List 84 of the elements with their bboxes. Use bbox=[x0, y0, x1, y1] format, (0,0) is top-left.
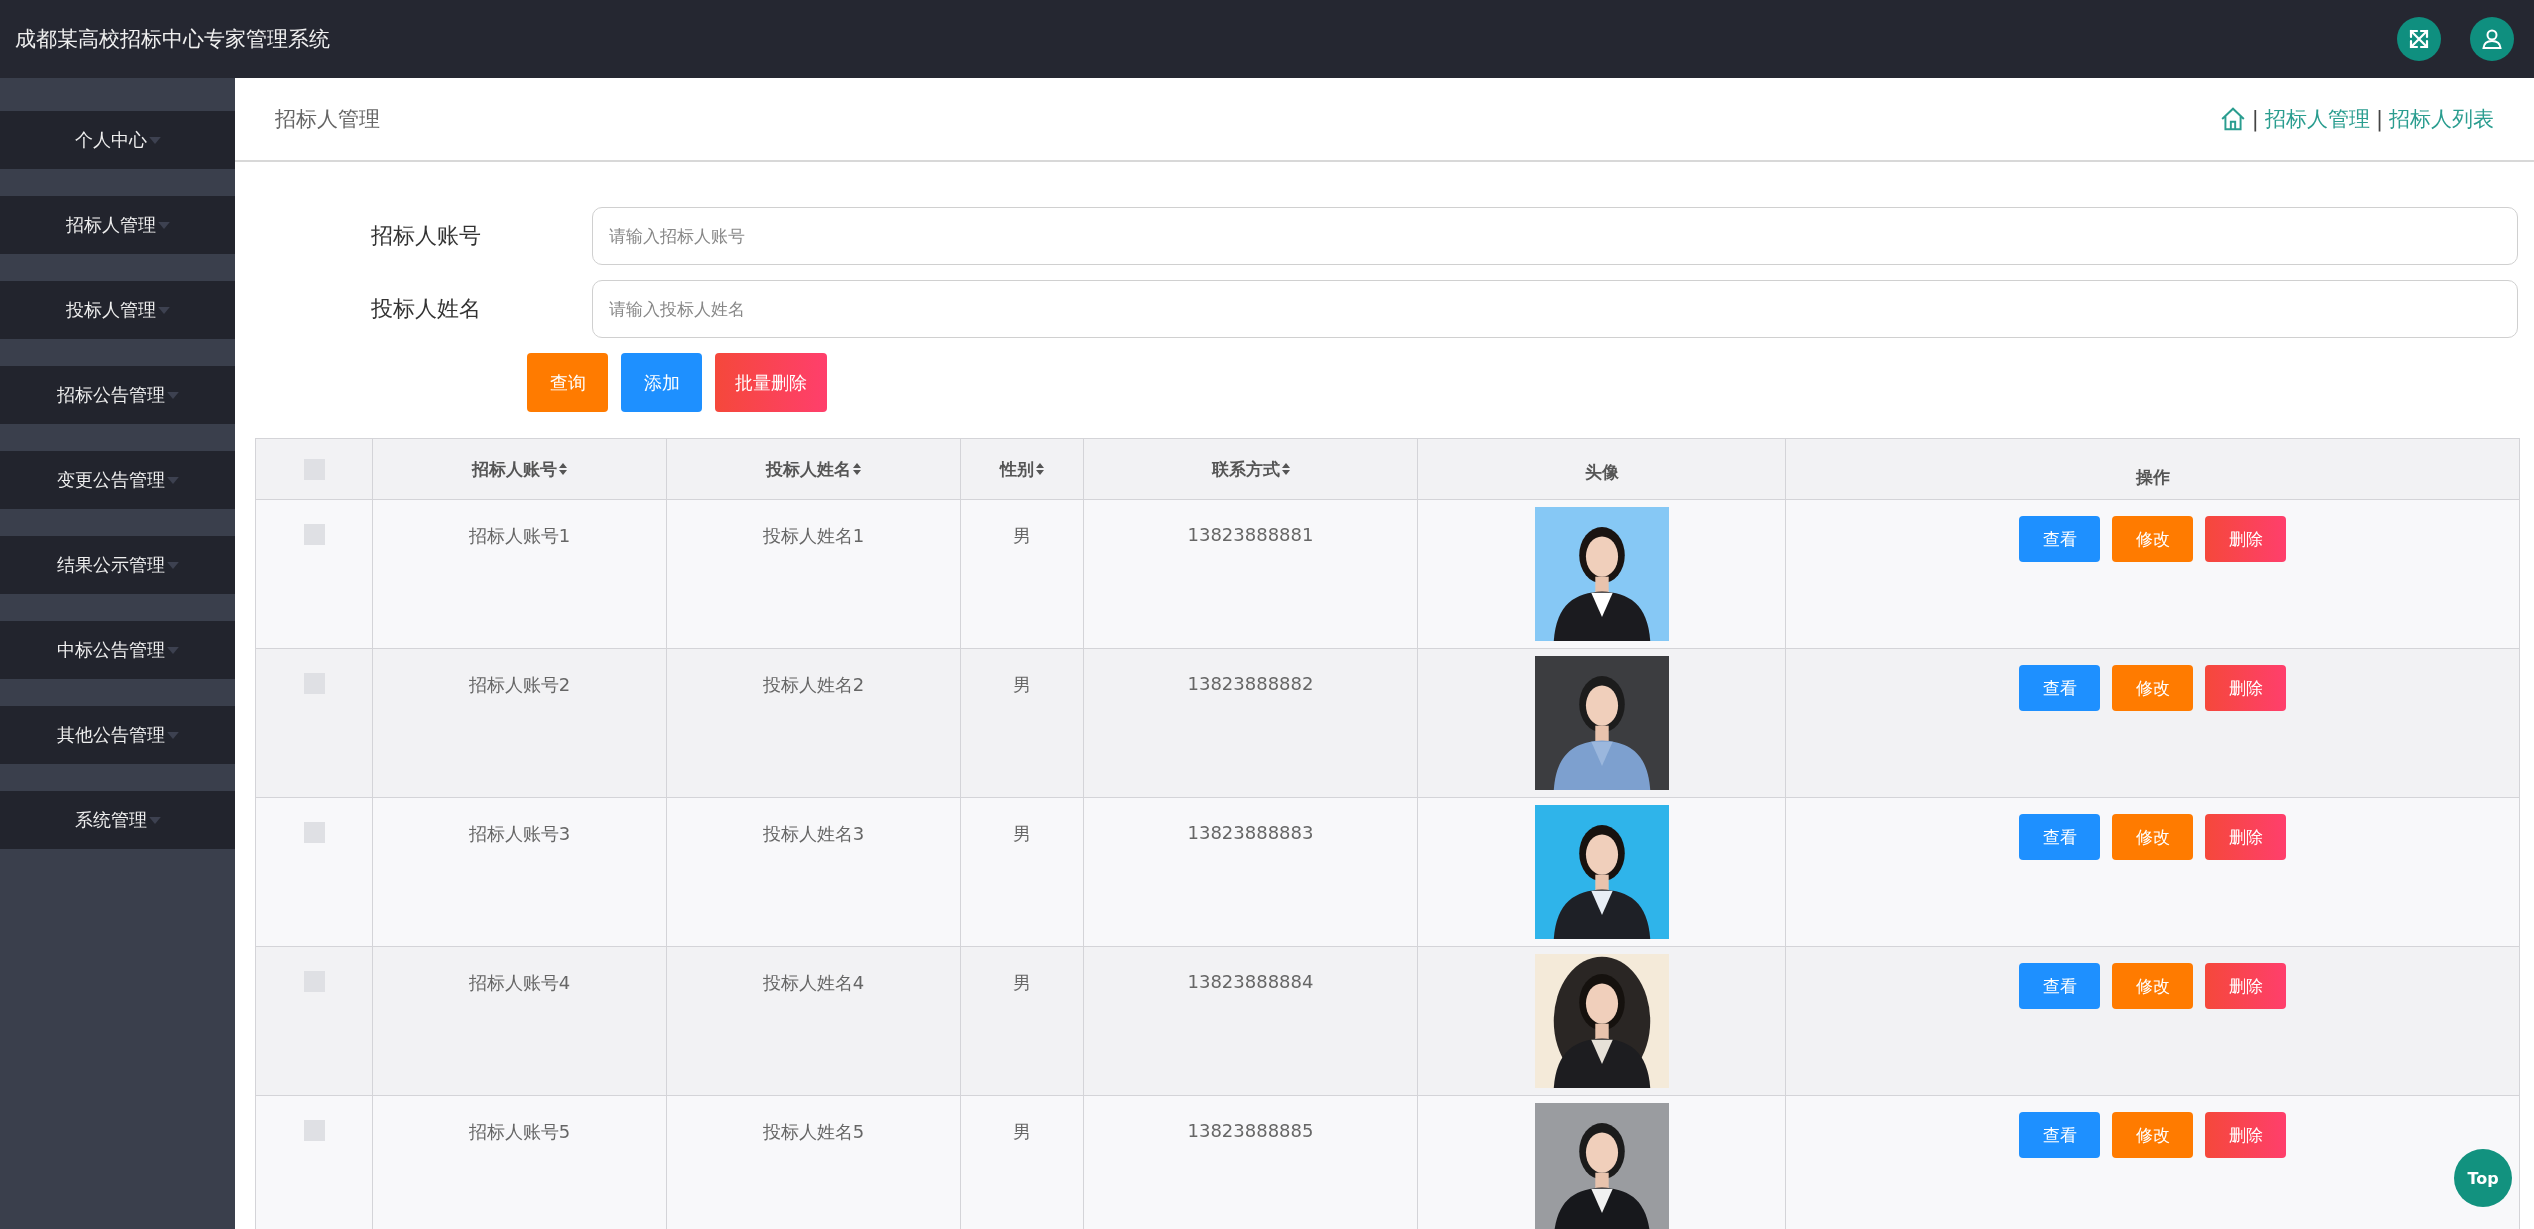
table-cell: 招标人账号4 bbox=[468, 971, 571, 995]
table-cell: 招标人账号3 bbox=[468, 822, 571, 846]
column-header: 头像 bbox=[1584, 461, 1619, 484]
sort-icon[interactable] bbox=[1281, 463, 1290, 475]
caret-icon bbox=[157, 306, 170, 314]
sidebar-item[interactable]: 系统管理 bbox=[0, 791, 235, 849]
view-button[interactable]: 查看 bbox=[2019, 665, 2100, 711]
sort-icon[interactable] bbox=[1036, 463, 1044, 475]
checkbox[interactable] bbox=[303, 1120, 325, 1141]
expand-icon bbox=[2407, 27, 2431, 51]
caret-icon bbox=[166, 391, 179, 399]
table-cell: 13823888883 bbox=[1187, 822, 1314, 843]
sidebar-item[interactable]: 投标人管理 bbox=[0, 281, 235, 339]
caret-icon bbox=[166, 731, 179, 739]
fullscreen-button[interactable] bbox=[2397, 17, 2441, 61]
column-header: 操作 bbox=[2135, 465, 2170, 489]
field-label: 招标人账号 bbox=[370, 222, 482, 250]
caret-icon bbox=[148, 136, 161, 144]
delete-button[interactable]: 批量删除 bbox=[715, 353, 827, 412]
delete-button[interactable]: 删除 bbox=[2205, 1112, 2286, 1158]
input-field[interactable]: 请输入投标人姓名 bbox=[592, 280, 2518, 338]
table-cell: 男 bbox=[1013, 1120, 1031, 1144]
caret-icon bbox=[166, 476, 179, 484]
table-cell: 投标人姓名3 bbox=[762, 822, 865, 846]
sort-icon[interactable] bbox=[559, 463, 567, 475]
edit-button[interactable]: 修改 bbox=[2112, 963, 2193, 1009]
table-cell: 男 bbox=[1013, 524, 1031, 548]
view-button[interactable]: 查看 bbox=[2019, 814, 2100, 860]
edit-button[interactable]: 修改 bbox=[2112, 814, 2193, 860]
sidebar-item[interactable]: 变更公告管理 bbox=[0, 451, 235, 509]
view-button[interactable]: 查看 bbox=[2019, 963, 2100, 1009]
sort-icon[interactable] bbox=[853, 463, 861, 475]
checkbox[interactable] bbox=[303, 524, 325, 545]
view-button[interactable]: 查看 bbox=[2019, 516, 2100, 562]
user-button[interactable] bbox=[2470, 17, 2514, 61]
sidebar-item[interactable]: 招标人管理 bbox=[0, 196, 235, 254]
column-header[interactable]: 招标人账号 bbox=[472, 457, 557, 481]
delete-button[interactable]: 删除 bbox=[2205, 516, 2286, 562]
sidebar-item[interactable]: 其他公告管理 bbox=[0, 706, 235, 764]
table-cell: 13823888885 bbox=[1187, 1120, 1314, 1141]
caret-icon bbox=[157, 221, 170, 229]
sidebar-item[interactable]: 个人中心 bbox=[0, 111, 235, 169]
table-cell: 投标人姓名5 bbox=[762, 1120, 865, 1144]
edit-button[interactable]: 修改 bbox=[2112, 1112, 2193, 1158]
edit-button[interactable]: 修改 bbox=[2112, 516, 2193, 562]
caret-icon bbox=[166, 561, 179, 569]
input-field[interactable]: 请输入招标人账号 bbox=[592, 207, 2518, 265]
field-label: 投标人姓名 bbox=[370, 295, 482, 323]
column-header[interactable]: 投标人姓名 bbox=[766, 457, 851, 481]
page-title: 招标人管理 bbox=[275, 106, 380, 133]
table-cell: 投标人姓名1 bbox=[762, 524, 865, 548]
table-cell: 男 bbox=[1013, 673, 1031, 697]
add-button[interactable]: 添加 bbox=[621, 353, 702, 412]
table-cell: 招标人账号2 bbox=[468, 673, 571, 697]
table-cell: 男 bbox=[1013, 822, 1031, 846]
checkbox[interactable] bbox=[303, 822, 325, 843]
delete-button[interactable]: 删除 bbox=[2205, 665, 2286, 711]
sidebar-item[interactable]: 招标公告管理 bbox=[0, 366, 235, 424]
column-header[interactable]: 联系方式 bbox=[1211, 457, 1280, 481]
search-button[interactable]: 查询 bbox=[527, 353, 608, 412]
app-title: 成都某高校招标中心专家管理系统 bbox=[15, 26, 330, 53]
breadcrumb-separator: | bbox=[2251, 107, 2259, 131]
caret-icon bbox=[148, 816, 161, 824]
delete-button[interactable]: 删除 bbox=[2205, 814, 2286, 860]
sidebar-item[interactable]: 结果公示管理 bbox=[0, 536, 235, 594]
table-cell: 投标人姓名2 bbox=[762, 673, 865, 697]
table-cell: 男 bbox=[1013, 971, 1031, 995]
caret-icon bbox=[166, 646, 179, 654]
table-cell: 招标人账号1 bbox=[468, 524, 571, 548]
table-cell: 13823888884 bbox=[1187, 971, 1314, 992]
breadcrumb-separator: | bbox=[2375, 107, 2383, 131]
user-icon bbox=[2480, 27, 2504, 51]
table-cell: 13823888881 bbox=[1187, 524, 1314, 545]
sidebar-item[interactable]: 中标公告管理 bbox=[0, 621, 235, 679]
table-cell: 13823888882 bbox=[1187, 673, 1314, 694]
home-icon[interactable] bbox=[2219, 106, 2246, 132]
breadcrumb-link[interactable]: 招标人管理 bbox=[2264, 105, 2370, 133]
column-header[interactable]: 性别 bbox=[1000, 457, 1034, 481]
edit-button[interactable]: 修改 bbox=[2112, 665, 2193, 711]
table-cell: 招标人账号5 bbox=[468, 1120, 571, 1144]
table-cell: 投标人姓名4 bbox=[762, 971, 865, 995]
breadcrumb-link[interactable]: 招标人列表 bbox=[2389, 105, 2494, 133]
view-button[interactable]: 查看 bbox=[2019, 1112, 2100, 1158]
delete-button[interactable]: 删除 bbox=[2205, 963, 2286, 1009]
